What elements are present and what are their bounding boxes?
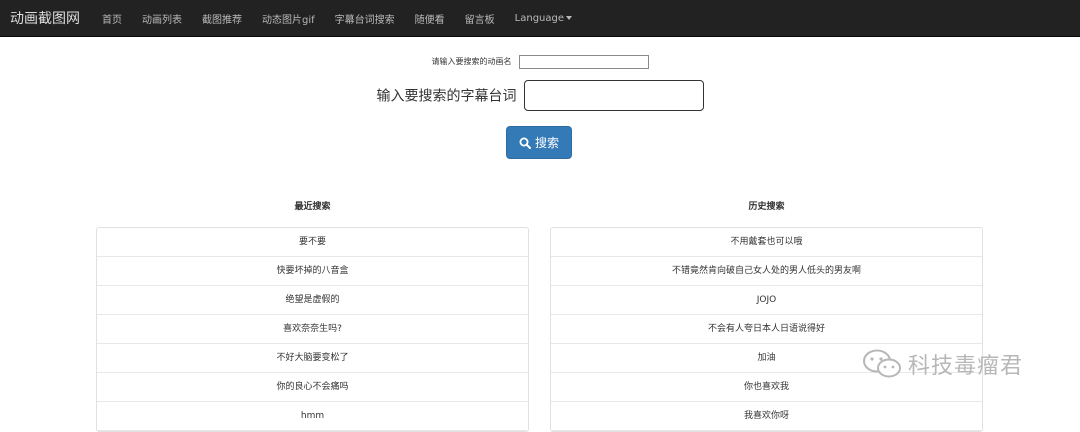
recent-search-title: 最近搜索 — [294, 202, 331, 212]
search-icon — [519, 137, 531, 149]
list-item[interactable]: 不会有人夸日本人日语说得好 — [551, 315, 982, 344]
wechat-icon — [863, 349, 901, 378]
subtitle-input[interactable] — [523, 80, 704, 111]
history-search-list: 不用戴套也可以哦 不错竟然肯向破自己女人处的男人低头的男友啊 JOJO 不会有人… — [550, 227, 983, 432]
list-item[interactable]: 我喜欢你呀 — [551, 402, 982, 431]
watermark: 科技毒瘤君 — [862, 348, 1023, 380]
nav-random[interactable]: 随便看 — [415, 11, 445, 26]
anime-name-input[interactable] — [518, 54, 649, 69]
search-button[interactable]: 搜索 — [506, 126, 572, 159]
nav-gif[interactable]: 动态图片gif — [262, 11, 315, 26]
list-item[interactable]: 要不要 — [97, 228, 528, 257]
list-item[interactable]: hmm — [97, 402, 528, 431]
caret-down-icon — [566, 15, 573, 20]
language-label: Language — [514, 12, 565, 24]
list-item[interactable]: 喜欢奈奈生吗? — [97, 315, 528, 344]
nav-screenshot-recommend[interactable]: 截图推荐 — [202, 11, 242, 26]
subtitle-label: 输入要搜索的字幕台词 — [376, 88, 517, 105]
list-item[interactable]: 你的良心不会痛吗 — [97, 373, 528, 402]
list-item[interactable]: JOJO — [551, 286, 982, 315]
list-item[interactable]: 绝望是虚假的 — [97, 286, 528, 315]
recent-search-panel: 最近搜索 要不要 快要坏掉的八音盒 绝望是虚假的 喜欢奈奈生吗? 不好大脑要变松… — [96, 200, 529, 432]
anime-search-row: 请输入要搜索的动画名 — [0, 51, 1080, 70]
recent-search-list: 要不要 快要坏掉的八音盒 绝望是虚假的 喜欢奈奈生吗? 不好大脑要变松了 你的良… — [96, 227, 529, 432]
nav-home[interactable]: 首页 — [102, 11, 122, 26]
anime-name-label: 请输入要搜索的动画名 — [431, 57, 512, 66]
watermark-text: 科技毒瘤君 — [908, 354, 1024, 379]
nav-guestbook[interactable]: 留言板 — [465, 11, 495, 26]
search-button-label: 搜索 — [534, 136, 559, 150]
language-dropdown[interactable]: Language — [514, 12, 573, 24]
list-item[interactable]: 不用戴套也可以哦 — [551, 228, 982, 257]
history-search-panel: 历史搜索 不用戴套也可以哦 不错竟然肯向破自己女人处的男人低头的男友啊 JOJO… — [550, 200, 983, 432]
subtitle-search-row: 输入要搜索的字幕台词 — [0, 80, 1080, 111]
list-item[interactable]: 不好大脑要变松了 — [97, 344, 528, 373]
list-item[interactable]: 不错竟然肯向破自己女人处的男人低头的男友啊 — [551, 257, 982, 286]
navbar: 动画截图网 首页 动画列表 截图推荐 动态图片gif 字幕台词搜索 随便看 留言… — [0, 0, 1080, 37]
list-item[interactable]: 快要坏掉的八音盒 — [97, 257, 528, 286]
brand-link[interactable]: 动画截图网 — [10, 8, 80, 28]
nav-anime-list[interactable]: 动画列表 — [142, 11, 182, 26]
history-search-title: 历史搜索 — [748, 202, 785, 212]
nav-subtitle-search[interactable]: 字幕台词搜索 — [335, 11, 395, 26]
